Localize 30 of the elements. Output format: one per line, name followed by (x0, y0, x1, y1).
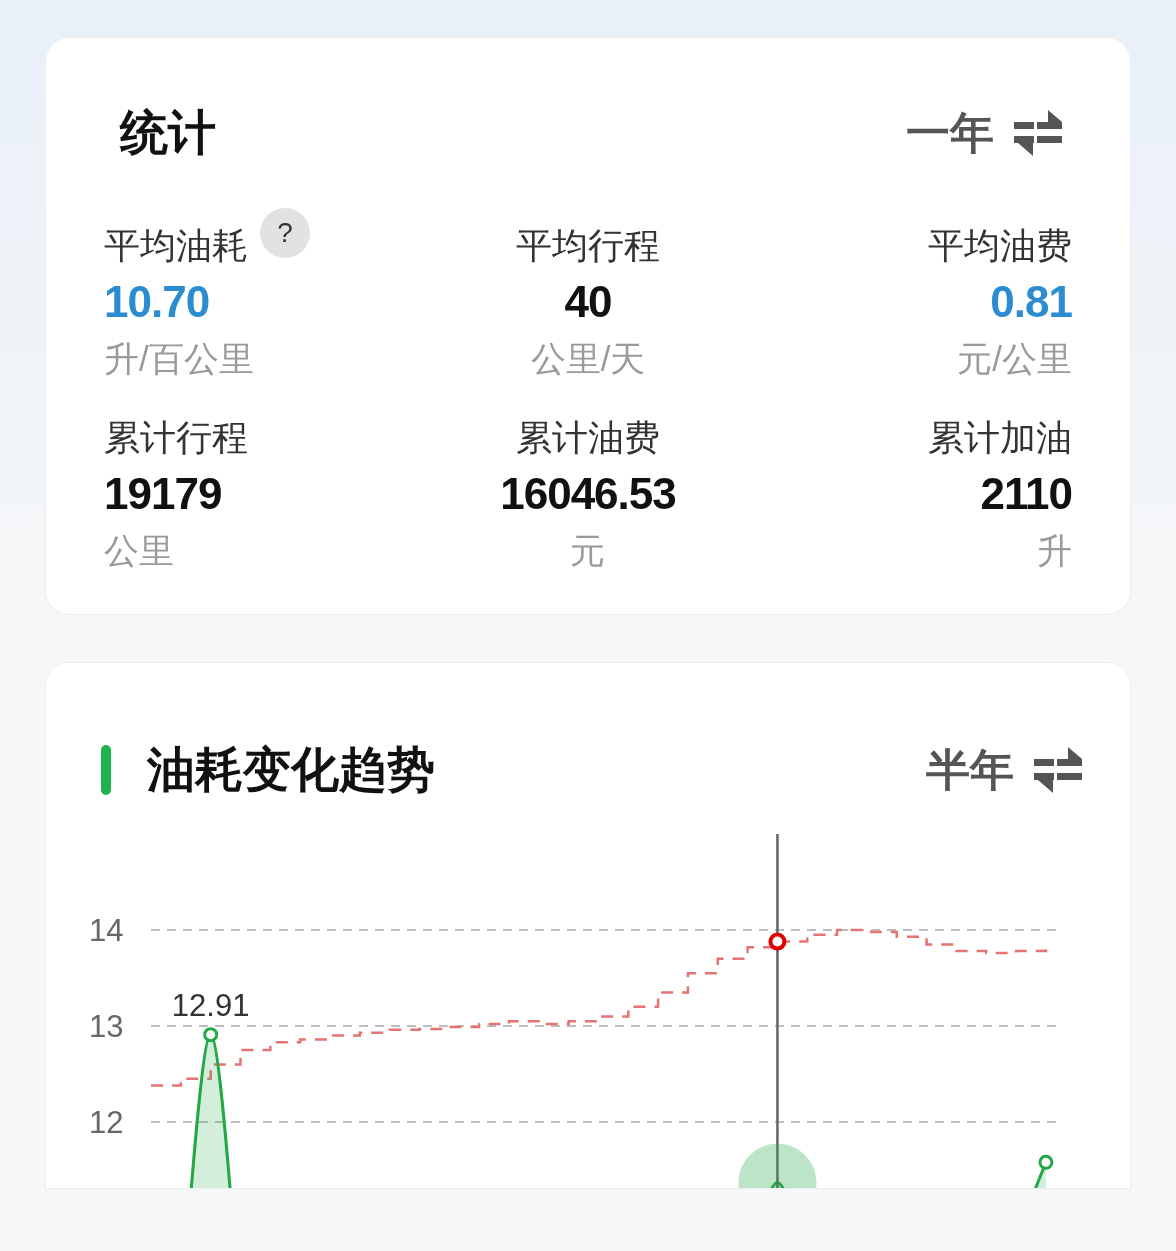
card-title: 统计 (120, 105, 216, 161)
stat-unit: 升 (1037, 530, 1072, 572)
stat-label: 累计加油 (928, 416, 1072, 460)
stat-value: 10.70 (104, 276, 210, 328)
stat-value: 2110 (980, 468, 1072, 520)
stat-value: 0.81 (990, 276, 1072, 328)
stat-label: 平均行程 (516, 224, 660, 268)
y-tick-label: 14 (89, 913, 124, 948)
y-tick-label: 12 (89, 1105, 124, 1140)
stat-value: 19179 (104, 468, 222, 520)
stat-value: 40 (564, 276, 612, 328)
stat-label: 累计行程 (104, 416, 248, 460)
data-label: 12.91 (171, 987, 250, 1023)
period-selector[interactable]: 一年 (906, 100, 994, 166)
stat-unit: 公里 (104, 530, 174, 572)
y-tick-label: 13 (89, 1009, 124, 1044)
period-selector[interactable]: 半年 (926, 737, 1014, 803)
stat-unit: 公里/天 (530, 338, 646, 380)
swap-icon[interactable] (1034, 747, 1082, 793)
swap-icon[interactable] (1014, 110, 1062, 156)
stat-unit: 升/百公里 (104, 338, 254, 380)
card-title: 油耗变化趋势 (147, 742, 435, 798)
help-button[interactable]: ? (260, 208, 310, 258)
stat-unit: 元/公里 (957, 338, 1072, 380)
stat-label: 累计油费 (516, 416, 660, 460)
stat-value: 16046.53 (500, 468, 676, 520)
stat-unit: 元 (570, 530, 606, 572)
stat-label: 平均油费 (928, 224, 1072, 268)
stat-label: 平均油耗 (104, 224, 248, 268)
accent-bar (101, 745, 111, 795)
